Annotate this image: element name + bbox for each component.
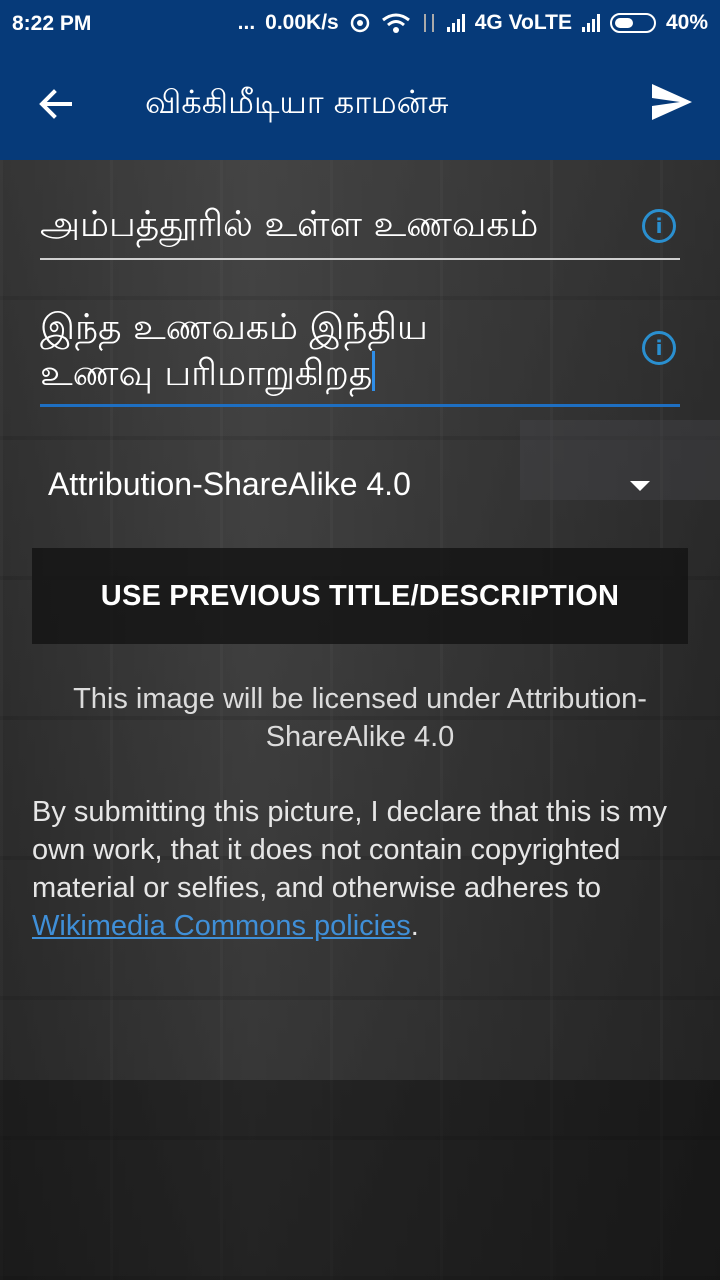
more-dots: ... — [237, 11, 256, 34]
battery-level: 40% — [665, 11, 708, 34]
policy-link[interactable]: Wikimedia Commons policies — [32, 910, 411, 942]
title-input-value: அம்பத்தூரில் உள்ள உணவகம் — [40, 204, 539, 245]
description-line-1: இந்த உணவகம் இந்திய — [40, 307, 428, 348]
license-note: This image will be licensed under Attrib… — [73, 683, 647, 753]
status-time: 8:22 PM — [12, 12, 92, 35]
page-title: விக்கிமீடியா காமன்சு — [145, 83, 449, 121]
arrow-back-icon[interactable] — [36, 84, 76, 124]
declaration-body: By submitting this picture, I declare th… — [32, 796, 668, 904]
use-previous-button[interactable]: USE PREVIOUS TITLE/DESCRIPTION — [32, 548, 688, 644]
status-icons: ... 0.00K/s 4G VoLTE 40% — [238, 11, 708, 35]
battery-icon — [609, 13, 656, 33]
description-line-2: உணவு பரிமாறுகிறத — [40, 353, 373, 394]
app-toolbar: விக்கிமீடியா காமன்சு — [0, 48, 720, 160]
data-transfer-icon — [423, 14, 434, 32]
description-input[interactable]: இந்த உணவகம் இந்திய உணவு பரிமாறுகிறத — [40, 305, 680, 407]
title-input[interactable]: அம்பத்தூரில் உள்ள உணவகம் — [40, 200, 680, 260]
license-selected: Attribution-ShareAlike 4.0 — [48, 466, 411, 502]
description-input-value: இந்த உணவகம் இந்திய உணவு பரிமாறுகிறத — [40, 305, 428, 397]
send-icon[interactable] — [650, 82, 694, 122]
signal-icon — [446, 14, 465, 32]
signal-icon-2 — [581, 14, 600, 32]
declaration-text: By submitting this picture, I declare th… — [32, 793, 692, 945]
title-info-icon[interactable]: i — [642, 209, 676, 243]
declaration-end: . — [410, 910, 419, 942]
hotspot-icon — [350, 13, 369, 33]
status-bar: 8:22 PM ... 0.00K/s 4G VoLTE 40% — [0, 0, 720, 48]
wifi-icon — [381, 13, 410, 33]
network-type: 4G VoLTE — [474, 11, 572, 34]
text-caret — [372, 351, 376, 391]
network-speed: 0.00K/s — [265, 11, 339, 34]
dropdown-arrow-icon — [630, 481, 650, 491]
description-info-icon[interactable]: i — [642, 331, 676, 365]
license-dropdown[interactable]: Attribution-ShareAlike 4.0 — [48, 466, 668, 503]
